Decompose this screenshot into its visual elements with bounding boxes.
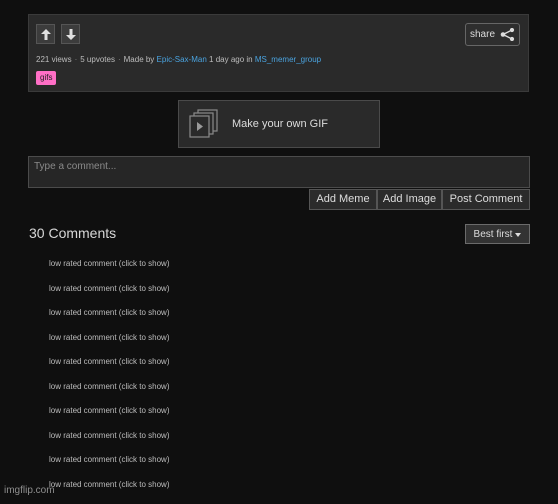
make-gif-label: Make your own GIF bbox=[232, 118, 328, 130]
post-meta: 221 views·5 upvotes·Made by Epic-Sax-Man… bbox=[36, 55, 321, 64]
low-rated-comment[interactable]: low rated comment (click to show) bbox=[49, 431, 169, 456]
low-rated-comment[interactable]: low rated comment (click to show) bbox=[49, 259, 169, 284]
low-rated-comment[interactable]: low rated comment (click to show) bbox=[49, 480, 169, 504]
add-meme-button[interactable]: Add Meme bbox=[309, 189, 377, 210]
low-rated-comment[interactable]: low rated comment (click to show) bbox=[49, 284, 169, 309]
low-rated-comment[interactable]: low rated comment (click to show) bbox=[49, 406, 169, 431]
share-icon bbox=[500, 28, 515, 41]
watermark: imgflip.com bbox=[4, 485, 55, 496]
sort-dropdown[interactable]: Best first bbox=[465, 224, 530, 244]
add-image-button[interactable]: Add Image bbox=[377, 189, 442, 210]
comment-list: low rated comment (click to show) low ra… bbox=[49, 259, 169, 504]
low-rated-comment[interactable]: low rated comment (click to show) bbox=[49, 455, 169, 480]
share-label: share bbox=[470, 29, 495, 40]
tag-gifs[interactable]: gifs bbox=[36, 71, 56, 85]
comment-input[interactable] bbox=[28, 156, 530, 188]
caret-down-icon bbox=[515, 233, 521, 237]
low-rated-comment[interactable]: low rated comment (click to show) bbox=[49, 333, 169, 358]
arrow-down-icon bbox=[66, 29, 76, 40]
share-button[interactable]: share bbox=[465, 23, 520, 46]
downvote-button[interactable] bbox=[61, 24, 80, 44]
view-count: 221 views bbox=[36, 55, 72, 64]
comments-count: 30 Comments bbox=[29, 225, 116, 241]
post-comment-button[interactable]: Post Comment bbox=[442, 189, 530, 210]
low-rated-comment[interactable]: low rated comment (click to show) bbox=[49, 357, 169, 382]
stream-link[interactable]: MS_memer_group bbox=[255, 55, 321, 64]
arrow-up-icon bbox=[41, 29, 51, 40]
make-gif-button[interactable]: Make your own GIF bbox=[178, 100, 380, 148]
low-rated-comment[interactable]: low rated comment (click to show) bbox=[49, 382, 169, 407]
upvote-count: 5 upvotes bbox=[80, 55, 115, 64]
author-link[interactable]: Epic-Sax-Man bbox=[157, 55, 207, 64]
post-time: 1 day ago in bbox=[209, 55, 253, 64]
sort-label: Best first bbox=[474, 229, 513, 240]
upvote-button[interactable] bbox=[36, 24, 55, 44]
made-by-label: Made by bbox=[124, 55, 155, 64]
post-info-panel: share 221 views·5 upvotes·Made by Epic-S… bbox=[28, 14, 529, 92]
video-frames-icon bbox=[188, 108, 220, 140]
low-rated-comment[interactable]: low rated comment (click to show) bbox=[49, 308, 169, 333]
